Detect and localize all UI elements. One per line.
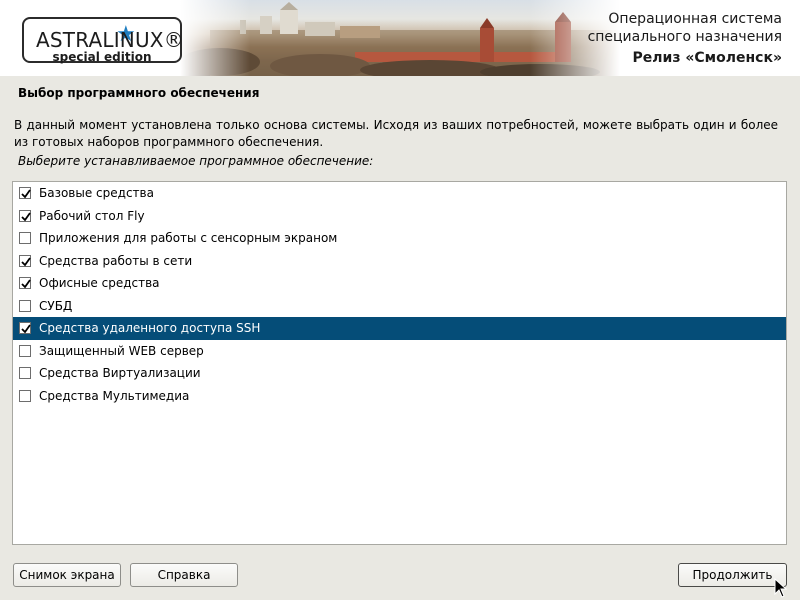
astralinux-logo: ★ ASTRALINUX® special edition bbox=[22, 17, 184, 64]
software-list-item[interactable]: Рабочий стол Fly bbox=[13, 205, 786, 228]
checkbox-unchecked[interactable] bbox=[19, 389, 31, 402]
continue-button[interactable]: Продолжить bbox=[678, 563, 787, 587]
logo-title: ASTRALINUX® bbox=[36, 28, 184, 52]
help-button[interactable]: Справка bbox=[130, 563, 238, 587]
software-list-item[interactable]: Средства удаленного доступа SSH bbox=[13, 317, 786, 340]
software-list-item[interactable]: Средства Виртуализации bbox=[13, 362, 786, 385]
software-list-item[interactable]: Базовые средства bbox=[13, 182, 786, 205]
release-name: Релиз «Смоленск» bbox=[632, 50, 782, 66]
page-description: В данный момент установлена только основ… bbox=[14, 118, 778, 149]
checkmark-icon bbox=[21, 211, 31, 221]
checkbox-unchecked[interactable] bbox=[19, 367, 31, 379]
software-list-item[interactable]: Защищенный WEB сервер bbox=[13, 340, 786, 363]
software-list-item-label: Базовые средства bbox=[39, 186, 154, 200]
checkbox-unchecked[interactable] bbox=[19, 299, 31, 312]
software-list-item[interactable]: Средства работы в сети bbox=[13, 250, 786, 273]
software-list-item[interactable]: Офисные средства bbox=[13, 272, 786, 295]
header-banner: ★ ASTRALINUX® special edition Операционн… bbox=[0, 0, 800, 76]
software-list-item-label: Средства Виртуализации bbox=[39, 366, 201, 380]
software-list-item-label: СУБД bbox=[39, 298, 73, 313]
selection-prompt: Выберите устанавливаемое программное обе… bbox=[18, 154, 374, 168]
software-list-item[interactable]: СУБД bbox=[13, 295, 786, 318]
checkmark-icon bbox=[21, 324, 31, 334]
logo-subtitle: special edition bbox=[52, 50, 152, 64]
checkmark-icon bbox=[21, 256, 31, 266]
checkbox-unchecked[interactable] bbox=[19, 232, 31, 244]
software-list-item[interactable]: Приложения для работы с сенсорным экрано… bbox=[13, 227, 786, 250]
product-info: Операционная система специального назнач… bbox=[562, 10, 782, 69]
checkbox-unchecked[interactable] bbox=[19, 344, 31, 357]
screenshot-button[interactable]: Снимок экрана bbox=[13, 563, 121, 587]
checkbox-checked[interactable] bbox=[19, 277, 31, 289]
product-line-1: Операционная система bbox=[608, 11, 782, 27]
software-list-item-label: Средства Мультимедиа bbox=[39, 388, 190, 403]
mouse-cursor-icon bbox=[774, 578, 788, 598]
product-line-2: специального назначения bbox=[587, 29, 782, 45]
checkmark-icon bbox=[21, 279, 31, 289]
software-list-item-label: Защищенный WEB сервер bbox=[39, 343, 204, 358]
checkbox-checked[interactable] bbox=[19, 322, 31, 334]
software-list-item-label: Приложения для работы с сенсорным экрано… bbox=[39, 231, 338, 245]
checkbox-checked[interactable] bbox=[19, 209, 31, 222]
checkbox-checked[interactable] bbox=[19, 187, 31, 199]
software-list-item[interactable]: Средства Мультимедиа bbox=[13, 385, 786, 408]
software-list-item-label: Рабочий стол Fly bbox=[39, 208, 145, 223]
page-title: Выбор программного обеспечения bbox=[18, 86, 260, 100]
checkbox-checked[interactable] bbox=[19, 254, 31, 267]
software-list-item-label: Средства удаленного доступа SSH bbox=[39, 321, 261, 335]
software-selection-list[interactable]: Базовые средства Рабочий стол Fly Приложен… bbox=[12, 181, 787, 545]
software-list-item-label: Офисные средства bbox=[39, 276, 160, 290]
checkmark-icon bbox=[21, 189, 31, 199]
software-list-item-label: Средства работы в сети bbox=[39, 253, 193, 268]
smolensk-panorama-image bbox=[180, 0, 620, 76]
